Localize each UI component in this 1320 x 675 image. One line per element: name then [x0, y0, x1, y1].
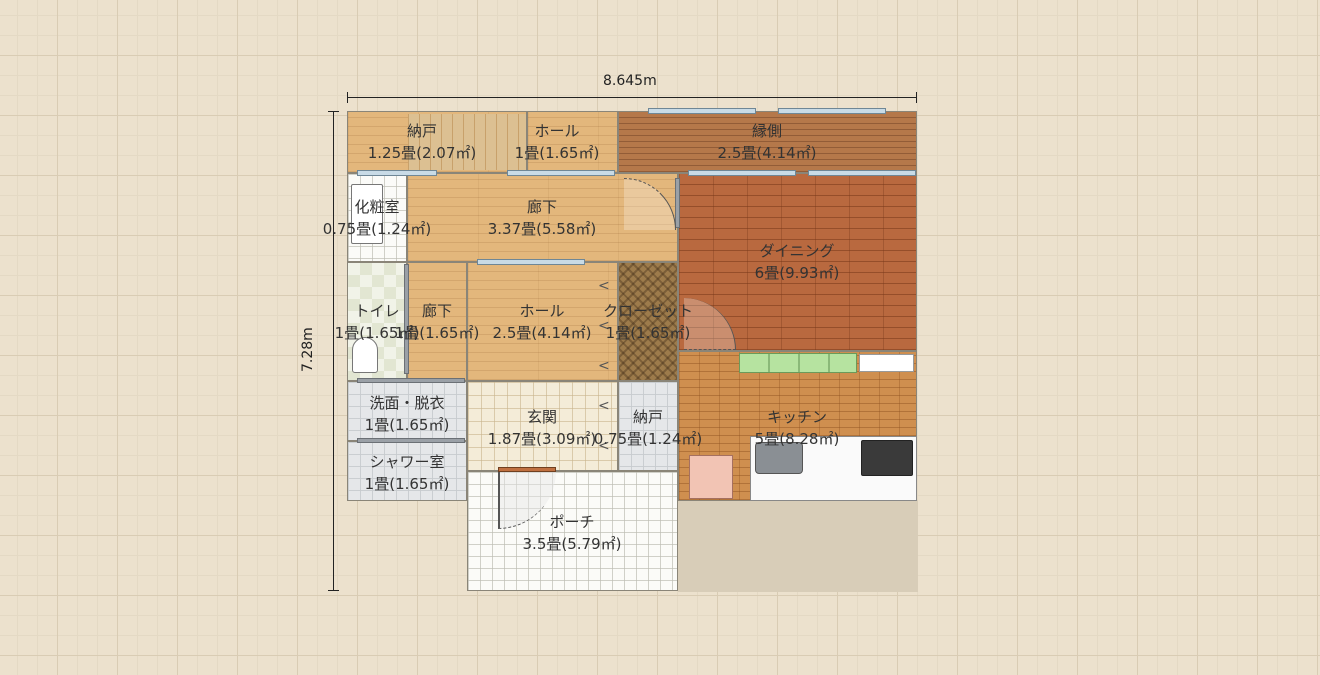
- window-dining-2: [808, 170, 916, 176]
- label-washroom: 洗面・脱衣 1畳(1.65㎡): [364, 394, 450, 434]
- label-shower: シャワー室 1畳(1.65㎡): [364, 453, 450, 493]
- fridge-icon: [689, 455, 733, 499]
- label-porch: ポーチ 3.5畳(5.79㎡): [522, 513, 622, 553]
- window-corridor-2: [507, 170, 615, 176]
- label-engawa: 縁側 2.5畳(4.14㎡): [717, 122, 817, 162]
- floor-plan: < < < < < 納戸 1.25畳(2.07㎡) ホール 1畳(1.65㎡) 縁側 2.5畳…: [0, 0, 1320, 675]
- label-hall-mid: ホール 2.5畳(4.14㎡): [492, 302, 592, 342]
- label-corridor-main: 廊下 3.37畳(5.58㎡): [487, 198, 597, 238]
- stove-icon: [861, 440, 913, 476]
- label-closet: クローゼット 1畳(1.65㎡): [602, 302, 694, 342]
- label-storage-mid: 納戸 0.75畳(1.24㎡): [593, 408, 703, 448]
- partition-washroom-top: [357, 378, 465, 383]
- shelf-icon: [859, 354, 914, 372]
- dining-chairs: [739, 353, 857, 373]
- label-storage-top: 納戸 1.25畳(2.07㎡): [367, 122, 477, 162]
- window-engawa-1: [648, 108, 756, 114]
- window-engawa-2: [778, 108, 886, 114]
- label-corridor-small: 廊下 1畳(1.65㎡): [394, 302, 480, 342]
- window-hall-mid: [477, 259, 585, 265]
- label-entrance: 玄関 1.87畳(3.09㎡): [487, 408, 597, 448]
- window-corridor-1: [357, 170, 437, 176]
- entrance-door-frame: [498, 467, 556, 472]
- label-hall-top: ホール 1畳(1.65㎡): [514, 122, 600, 162]
- window-dining-1: [688, 170, 796, 176]
- partition-dining: [675, 178, 680, 228]
- partition-shower-top: [357, 438, 465, 443]
- label-kitchen: キッチン 5畳(8.28㎡): [754, 408, 840, 448]
- label-powder: 化粧室 0.75畳(1.24㎡): [322, 198, 432, 238]
- label-dining: ダイニング 6畳(9.93㎡): [754, 242, 840, 282]
